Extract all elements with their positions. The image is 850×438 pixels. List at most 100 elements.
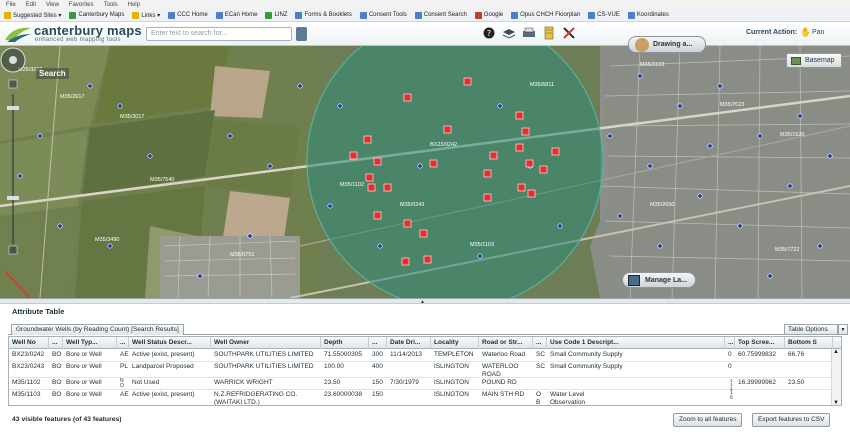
well-label: M35/2650 [650, 202, 674, 208]
well-label: M35/0751 [230, 252, 254, 258]
col-use-code-1-description[interactable]: Use Code 1 Descript... [547, 337, 725, 349]
col-top-screen[interactable]: Top Scree... [735, 337, 785, 349]
attribute-table-title: Attribute Table [12, 307, 65, 316]
col-status-code[interactable]: ... [117, 337, 129, 349]
col-road-or-street[interactable]: Road or Str... [479, 337, 533, 349]
col-depth[interactable]: Depth [321, 337, 369, 349]
table-options-button[interactable]: Table Options [784, 324, 838, 335]
menu-favorites[interactable]: Favorites [69, 2, 94, 8]
bookmark-cs-vue[interactable]: CS-VUE [588, 11, 620, 19]
app-subtitle: enhanced web mapping tools [35, 37, 121, 43]
favorites-bar: Suggested Sites ▾ Canterbury Maps Links … [0, 9, 850, 22]
export-csv-button[interactable]: Export features to CSV [752, 413, 831, 427]
col-well-status[interactable]: Well Status Descr... [129, 337, 211, 349]
manage-layers-button[interactable]: Manage La... [622, 272, 696, 288]
col-diameter[interactable]: ... [369, 337, 387, 349]
table-row[interactable]: BX23/0243 BO Bore or Well PL Landparcel … [9, 362, 841, 378]
bookmark-opus-floorplan[interactable]: Opus CHCH Floorplan [511, 11, 580, 19]
svg-text:?: ? [487, 29, 491, 38]
col-well-type-code[interactable]: ... [49, 337, 63, 349]
bookmark-suggested-sites[interactable]: Suggested Sites ▾ [4, 11, 61, 19]
scroll-up-icon[interactable]: ▲ [833, 349, 839, 355]
page-icon [168, 11, 176, 19]
menu-edit[interactable]: Edit [26, 2, 36, 8]
well-label: M35/1103 [470, 242, 494, 248]
layers-icon[interactable] [502, 25, 516, 41]
current-action-value: Pan [812, 29, 825, 36]
map-view[interactable]: M35/3262 M35/2617 M35/3017 M35/7540 M35/… [0, 46, 850, 298]
menu-view[interactable]: View [46, 2, 59, 8]
well-label: M35/3163 [640, 62, 664, 68]
col-use-code[interactable]: ... [533, 337, 547, 349]
current-action-label: Current Action: [746, 29, 798, 36]
table-row[interactable]: M35/1103 BO Bore or Well AE Active (exis… [9, 390, 841, 406]
col-well-no[interactable]: Well No [9, 337, 49, 349]
chevron-up-icon[interactable]: ▲ [420, 299, 425, 305]
map-navigation-control[interactable] [0, 46, 26, 261]
table-row[interactable]: M35/1102 BO Bore or Well N O Not Used WA… [9, 378, 841, 391]
help-icon[interactable]: ? [482, 25, 496, 41]
edit-icon[interactable] [542, 25, 556, 41]
col-well-type[interactable]: Well Typ... [63, 337, 117, 349]
page-icon [511, 11, 519, 19]
bookmark-koordinates[interactable]: Koordinates [627, 11, 669, 19]
well-label: M35/7023 [720, 102, 744, 108]
basemap-button[interactable]: Basemap [786, 53, 842, 68]
page-icon [588, 11, 596, 19]
hand-icon: ✋ [800, 27, 812, 37]
scroll-down-icon[interactable]: ▼ [833, 400, 839, 405]
canterbury-maps-logo-icon [5, 27, 31, 42]
browser-menu-bar: File Edit View Favorites Tools Help [0, 0, 850, 9]
panel-splitter[interactable]: ▲ [0, 298, 850, 305]
basemap-icon [791, 57, 801, 65]
page-icon [265, 11, 273, 19]
zoom-to-all-features-button[interactable]: Zoom to all features [673, 413, 743, 427]
map-search-button[interactable]: Search [36, 68, 69, 79]
grid-header: Well No ... Well Typ... ... Well Status … [9, 337, 841, 349]
bookmark-google[interactable]: Google [474, 11, 503, 19]
attribute-grid[interactable]: Well No ... Well Typ... ... Well Status … [8, 336, 842, 406]
drawing-tools-button[interactable]: Drawing a... [628, 36, 706, 53]
print-icon[interactable] [522, 25, 536, 41]
bookmark-ccc-home[interactable]: CCC Home [168, 11, 208, 19]
tools-icon[interactable] [562, 25, 576, 41]
page-icon [295, 11, 303, 19]
chevron-down-icon[interactable]: ▼ [838, 324, 848, 335]
well-label: M35/1520 [780, 132, 804, 138]
well-label: M35/7722 [775, 247, 799, 253]
well-label: BX23/0242 [430, 142, 457, 148]
bookmark-ecan-home[interactable]: ECan Home [215, 11, 257, 19]
layers-icon [628, 275, 640, 286]
search-input[interactable]: Enter text to search for... [146, 27, 292, 41]
palette-icon [635, 38, 649, 52]
col-extra[interactable]: ... [725, 337, 735, 349]
attribute-table-tabs: Groundwater Wells (by Reading Count) [Se… [8, 322, 848, 335]
bookmark-linz[interactable]: LINZ [265, 11, 287, 19]
grid-vertical-scrollbar[interactable]: ▲ ▼ [831, 349, 841, 405]
bookmark-consent-search[interactable]: Consent Search [414, 11, 467, 19]
bookmark-links[interactable]: Links ▾ [132, 11, 160, 19]
menu-file[interactable]: File [6, 2, 16, 8]
col-locality[interactable]: Locality [431, 337, 479, 349]
search-go-button[interactable] [296, 27, 307, 41]
page-icon [627, 11, 635, 19]
star-icon [4, 11, 11, 19]
col-bottom-screen[interactable]: Bottom S [785, 337, 833, 349]
col-well-owner[interactable]: Well Owner [211, 337, 321, 349]
folder-icon [132, 11, 140, 19]
bookmark-consent-tools[interactable]: Consent Tools [359, 11, 407, 19]
col-date-drilled[interactable]: Date Dri... [387, 337, 431, 349]
page-icon [215, 11, 223, 19]
bookmark-forms-booklets[interactable]: Forms & Booklets [295, 11, 352, 19]
page-icon [474, 11, 482, 19]
map-canvas: M35/3262 M35/2617 M35/3017 M35/7540 M35/… [0, 46, 850, 298]
well-label: M35/6811 [530, 82, 554, 88]
table-row[interactable]: BX23/0242 BO Bore or Well AE Active (exi… [9, 350, 841, 362]
menu-tools[interactable]: Tools [104, 2, 118, 8]
tab-groundwater-wells[interactable]: Groundwater Wells (by Reading Count) [Se… [11, 324, 184, 335]
feature-count-status: 43 visible features (of 43 features) [12, 416, 122, 423]
well-label: M35/7540 [150, 177, 174, 183]
well-label: M35/3490 [95, 237, 119, 243]
menu-help[interactable]: Help [128, 2, 140, 8]
bookmark-canterbury-maps[interactable]: Canterbury Maps [69, 11, 124, 19]
